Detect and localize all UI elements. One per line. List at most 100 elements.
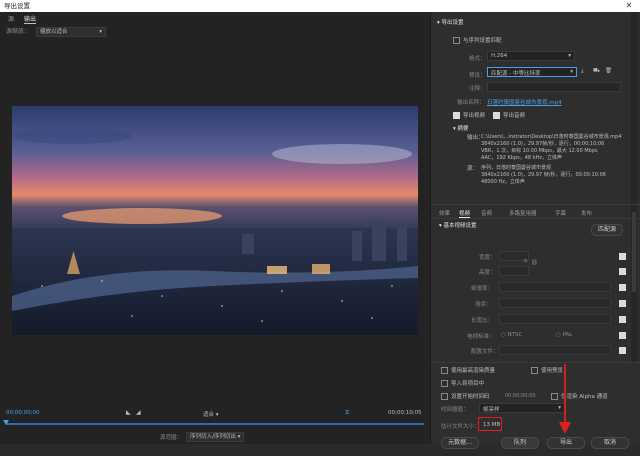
start-timecode-checkbox[interactable]: 设置开始时间码 — [441, 392, 490, 400]
summary-section[interactable]: ▾ 摘要 — [453, 124, 469, 132]
time-interp-value: 帧采样 — [483, 407, 500, 413]
preview-image — [12, 106, 418, 335]
checkbox-checked-icon[interactable] — [619, 332, 626, 339]
export-settings-panel: ▾ 导出设置 与序列设置匹配 格式： H.264 ▾ 预设： 匹配源 - 中等比… — [431, 12, 640, 449]
export-video-checkbox[interactable]: 导出视频 — [453, 111, 485, 119]
tab-publish[interactable]: 发布 — [581, 209, 592, 217]
tv-standard-label: 电视标准： — [467, 334, 495, 340]
tab-source[interactable]: 源 — [8, 14, 14, 23]
output-name-link[interactable]: 日落时泰国曼谷城市景观.mp4 — [487, 98, 562, 106]
summary-title: 摘要 — [457, 126, 469, 132]
tab-output[interactable]: 输出 — [24, 14, 37, 24]
settings-scrollbar[interactable] — [631, 12, 637, 362]
match-sequence-checkbox[interactable]: 与序列设置匹配 — [453, 36, 502, 44]
height-field[interactable] — [499, 266, 529, 276]
format-select[interactable]: H.264 ▾ — [487, 51, 575, 61]
checkbox-checked-icon[interactable] — [619, 316, 626, 323]
import-preset-icon[interactable]: ⛟ — [593, 68, 600, 75]
checkbox-icon — [441, 393, 448, 400]
aspect-select[interactable] — [499, 314, 611, 324]
mark-in-icon[interactable]: ◣ — [126, 409, 131, 416]
checkbox-checked-icon[interactable] — [619, 253, 626, 260]
match-source-button[interactable]: 匹配源 — [591, 224, 623, 236]
source-scaling-value: 缩放以适合 — [39, 29, 68, 35]
time-interp-label: 时间插值： — [441, 407, 469, 413]
source-scaling-select[interactable]: 缩放以适合 ▾ — [35, 27, 106, 37]
ntsc-label: NTSC — [507, 332, 523, 338]
link-icon[interactable]: ⊐ — [523, 258, 528, 264]
timecode-end: 00;00;10;05 — [388, 410, 422, 416]
comment-field[interactable] — [487, 82, 621, 92]
source-range-select[interactable]: 序列切入/序列切出 ▾ — [186, 432, 245, 442]
start-timecode-value[interactable]: 00;00;00;00 — [505, 393, 536, 399]
checkbox-icon — [531, 367, 538, 374]
frame-rate-select[interactable] — [499, 282, 611, 292]
frame-rate-label: 帧速率： — [471, 286, 494, 292]
width-label: 宽度： — [479, 255, 496, 261]
preview-panel: 源 输出 源缩放： 缩放以适合 ▾ 00;00;00;00 ◣ ◢ 适合 ▾ ⧖… — [0, 12, 430, 444]
queue-button[interactable]: 队列 — [501, 437, 539, 449]
delete-preset-icon[interactable]: 🗑 — [605, 68, 612, 74]
comment-label: 注释： — [469, 86, 486, 92]
max-render-checkbox[interactable]: 使用最高渲染质量 — [441, 366, 495, 374]
source-scaling-label: 源缩放： — [6, 28, 31, 35]
summary-source-line: 48000 Hz，立体声 — [481, 179, 525, 185]
checkbox-checked-icon[interactable] — [619, 268, 626, 275]
time-interp-select[interactable]: 帧采样 ▾ — [479, 403, 565, 413]
summary-source-label: 源： — [467, 166, 479, 172]
checkbox-checked-icon[interactable] — [619, 347, 626, 354]
fit-label: 适合 — [203, 412, 215, 418]
summary-output-line: AAC，192 Kbps，48 kHz，立体声 — [481, 155, 562, 161]
checkbox-icon — [441, 380, 448, 387]
summary-output-line: VBR，1 次，目标 10.00 Mbps，最大 12.00 Mbps — [481, 148, 598, 154]
file-size-highlight — [478, 417, 502, 431]
profile-select[interactable] — [499, 345, 611, 355]
tab-captions[interactable]: 字幕 — [555, 209, 566, 217]
checkbox-checked-icon[interactable] — [619, 300, 626, 307]
checkbox-checked-icon — [493, 112, 500, 119]
annotation-arrow — [559, 364, 571, 434]
export-audio-checkbox[interactable]: 导出音频 — [493, 111, 525, 119]
export-settings-section[interactable]: ▾ 导出设置 — [437, 18, 464, 26]
cancel-button[interactable]: 取消 — [591, 437, 629, 449]
save-preset-icon[interactable]: ⤓ — [581, 68, 583, 75]
close-icon[interactable]: ✕ — [618, 0, 640, 12]
tab-bottom-divider — [431, 218, 640, 219]
tab-audio[interactable]: 音频 — [481, 209, 492, 217]
ntsc-radio[interactable]: ○ NTSC — [501, 332, 522, 338]
preset-label: 预设： — [469, 73, 486, 79]
video-preview — [12, 106, 418, 335]
import-project-checkbox[interactable]: 导入到项目中 — [441, 379, 484, 387]
bottom-divider — [431, 362, 640, 363]
chevron-down-icon: ▾ — [568, 53, 571, 59]
checkbox-checked-icon[interactable] — [619, 284, 626, 291]
timecode-start[interactable]: 00;00;00;00 — [6, 410, 40, 416]
preset-select[interactable]: 匹配源 - 中等比特率 ▾ — [487, 67, 577, 77]
playhead-handle[interactable] — [3, 420, 9, 425]
source-range-label: 源范围： — [160, 435, 183, 441]
marker-icon[interactable]: ⧖ — [345, 409, 349, 417]
metadata-button[interactable]: 元数据... — [441, 437, 479, 449]
summary-source-line: 3840x2160 (1.0)，29.97 帧/秒，逐行，00;00;10;06 — [481, 172, 606, 178]
timeline-track[interactable] — [3, 420, 424, 425]
match-sequence-label: 与序列设置匹配 — [463, 38, 502, 44]
summary-output-line: 3840x2160 (1.0)，29.97帧/秒，逐行，00;00;10;06 — [481, 141, 605, 147]
summary-source-line: 序列，日落时泰国曼谷城市景观 — [481, 165, 552, 171]
field-order-select[interactable] — [499, 298, 611, 308]
tab-video[interactable]: 视频 — [459, 209, 471, 218]
output-name-label: 输出名称： — [457, 100, 485, 106]
export-video-label: 导出视频 — [463, 113, 486, 119]
pal-radio[interactable]: ○ PAL — [556, 332, 572, 338]
tab-effects[interactable]: 效果 — [439, 209, 450, 217]
fit-select[interactable]: 适合 ▾ — [203, 410, 219, 418]
checkbox-icon — [453, 37, 460, 44]
scrollbar-thumb[interactable] — [632, 212, 636, 292]
basic-video-section[interactable]: ▾ 基本视频设置 — [439, 221, 477, 229]
mark-out-icon[interactable]: ◢ — [136, 409, 141, 416]
tab-multiplexer[interactable]: 多路复用器 — [509, 209, 537, 217]
export-button[interactable]: 导出 — [547, 437, 585, 449]
link-chain-icon: ⛓ — [531, 260, 538, 266]
export-audio-label: 导出音频 — [503, 113, 526, 119]
file-size-label: 估计文件大小： — [441, 424, 480, 430]
export-settings-title: 导出设置 — [441, 20, 464, 26]
